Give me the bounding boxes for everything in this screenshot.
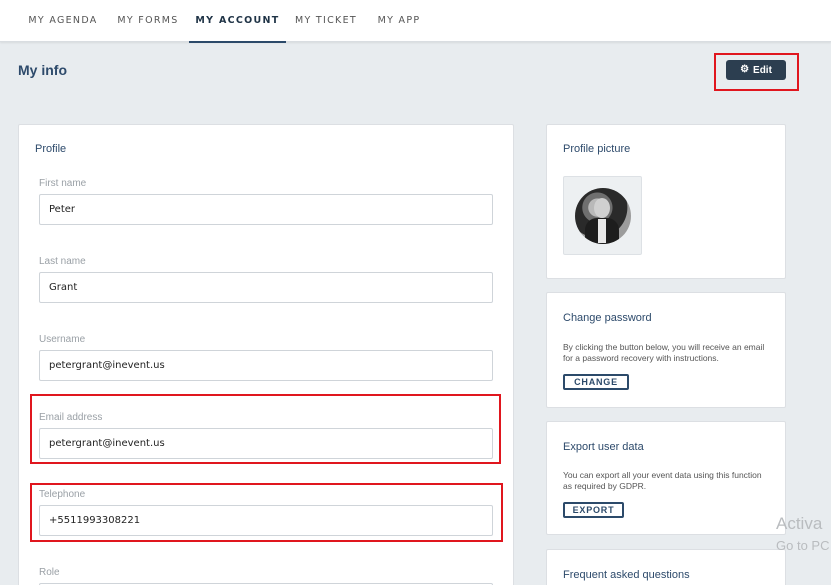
highlight-box-edit bbox=[714, 53, 799, 91]
last-name-label: Last name bbox=[39, 256, 86, 267]
avatar bbox=[575, 188, 631, 244]
tab-my-ticket[interactable]: MY TICKET bbox=[290, 0, 362, 42]
export-data-button[interactable]: EXPORT bbox=[563, 502, 624, 518]
tab-my-forms[interactable]: MY FORMS bbox=[112, 0, 184, 42]
export-data-description: You can export all your event data using… bbox=[563, 470, 762, 491]
username-label: Username bbox=[39, 334, 86, 345]
username-field[interactable]: petergrant@inevent.us bbox=[39, 350, 493, 381]
change-password-title: Change password bbox=[563, 312, 652, 324]
change-password-description: By clicking the button below, you will r… bbox=[563, 342, 765, 363]
change-password-button[interactable]: CHANGE bbox=[563, 374, 629, 390]
profile-picture-title: Profile picture bbox=[563, 143, 631, 155]
activation-watermark-line2: Go to PC bbox=[776, 538, 830, 553]
first-name-label: First name bbox=[39, 178, 87, 189]
export-data-title: Export user data bbox=[563, 441, 644, 453]
page-title: My info bbox=[18, 62, 67, 78]
last-name-field[interactable]: Grant bbox=[39, 272, 493, 303]
profile-card-title: Profile bbox=[35, 143, 67, 155]
first-name-field[interactable]: Peter bbox=[39, 194, 493, 225]
tab-my-agenda[interactable]: MY AGENDA bbox=[18, 0, 108, 42]
highlight-box-email bbox=[30, 394, 501, 464]
faq-title[interactable]: Frequent asked questions bbox=[563, 569, 690, 581]
top-navigation: MY AGENDA MY FORMS MY ACCOUNT MY TICKET … bbox=[0, 0, 831, 43]
avatar-container[interactable] bbox=[563, 176, 642, 255]
highlight-box-telephone bbox=[30, 483, 503, 542]
tab-my-app[interactable]: MY APP bbox=[370, 0, 428, 42]
role-label: Role bbox=[39, 567, 60, 578]
avatar-face bbox=[594, 198, 610, 218]
activation-watermark-line1: Activa bbox=[776, 514, 823, 533]
avatar-shirt bbox=[598, 219, 606, 243]
tab-my-account[interactable]: MY ACCOUNT bbox=[189, 0, 286, 43]
